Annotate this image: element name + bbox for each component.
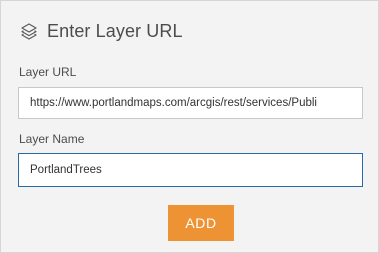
layer-url-label: Layer URL: [19, 65, 77, 79]
enter-layer-url-panel: Enter Layer URL Layer URL Layer Name ADD: [0, 0, 379, 253]
layer-name-label: Layer Name: [19, 132, 85, 146]
layers-icon: [20, 22, 38, 40]
panel-header: Enter Layer URL: [20, 19, 183, 43]
layer-url-input[interactable]: [18, 87, 363, 119]
layer-name-input[interactable]: [18, 153, 363, 187]
add-button[interactable]: ADD: [168, 205, 234, 241]
panel-title: Enter Layer URL: [47, 20, 183, 41]
